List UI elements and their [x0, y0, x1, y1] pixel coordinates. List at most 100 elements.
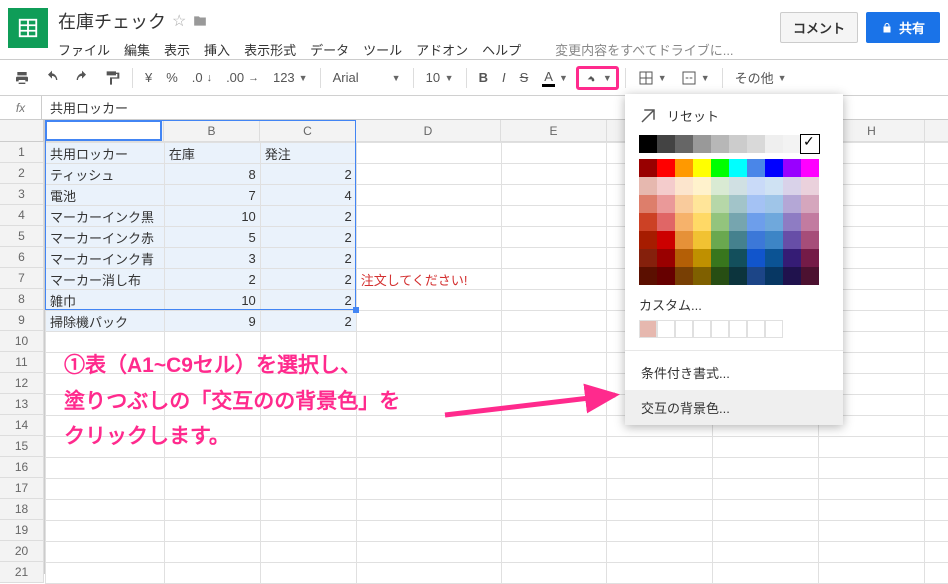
cell-G21[interactable] — [713, 563, 819, 584]
swatch[interactable] — [747, 177, 765, 195]
cell-B6[interactable]: 3 — [164, 248, 260, 269]
dec-increase-button[interactable]: .00→ — [220, 66, 265, 89]
row-header-4[interactable]: 4 — [0, 205, 44, 226]
swatch[interactable] — [765, 177, 783, 195]
swatch[interactable] — [711, 231, 729, 249]
swatch[interactable] — [639, 195, 657, 213]
cell-I10[interactable] — [925, 332, 948, 353]
comment-button[interactable]: コメント — [780, 12, 858, 43]
menu-data[interactable]: データ — [310, 40, 349, 59]
share-button[interactable]: 共有 — [866, 12, 940, 43]
swatch[interactable] — [729, 231, 747, 249]
more-button[interactable]: その他▼ — [729, 64, 793, 91]
text-color-button[interactable]: A▼ — [536, 65, 574, 91]
row-header-16[interactable]: 16 — [0, 457, 44, 478]
cell-I5[interactable] — [925, 227, 948, 248]
cell-F21[interactable] — [607, 563, 713, 584]
cell-D1[interactable] — [356, 143, 501, 164]
cell-H20[interactable] — [819, 542, 925, 563]
swatch[interactable] — [639, 213, 657, 231]
cell-A3[interactable]: 電池 — [46, 185, 165, 206]
col-header-D[interactable]: D — [356, 120, 501, 142]
currency-button[interactable]: ¥ — [139, 66, 158, 89]
swatch[interactable] — [783, 213, 801, 231]
swatch[interactable] — [711, 159, 729, 177]
swatch[interactable] — [657, 249, 675, 267]
swatch[interactable] — [693, 159, 711, 177]
cell-A17[interactable] — [46, 479, 165, 500]
cell-I6[interactable] — [925, 248, 948, 269]
cell-F15[interactable] — [607, 437, 713, 458]
cell-D17[interactable] — [356, 479, 501, 500]
swatch[interactable] — [675, 135, 693, 153]
row-header-9[interactable]: 9 — [0, 310, 44, 331]
cell-D20[interactable] — [356, 542, 501, 563]
cell-H17[interactable] — [819, 479, 925, 500]
cell-E7[interactable] — [501, 269, 607, 290]
swatch[interactable] — [657, 213, 675, 231]
cell-C5[interactable]: 2 — [260, 227, 356, 248]
cell-I12[interactable] — [925, 374, 948, 395]
cell-C8[interactable]: 2 — [260, 290, 356, 311]
swatch[interactable] — [783, 159, 801, 177]
swatch[interactable] — [729, 213, 747, 231]
cell-G16[interactable] — [713, 458, 819, 479]
row-header-10[interactable]: 10 — [0, 331, 44, 352]
cell-C9[interactable]: 2 — [260, 311, 356, 332]
custom-swatch[interactable] — [711, 320, 729, 338]
swatch[interactable] — [639, 159, 657, 177]
cell-E17[interactable] — [501, 479, 607, 500]
cell-I4[interactable] — [925, 206, 948, 227]
cell-B3[interactable]: 7 — [164, 185, 260, 206]
cell-D3[interactable] — [356, 185, 501, 206]
swatch[interactable] — [675, 177, 693, 195]
cell-C21[interactable] — [260, 563, 356, 584]
cell-E6[interactable] — [501, 248, 607, 269]
custom-swatch[interactable] — [639, 320, 657, 338]
fx-icon[interactable]: fx — [0, 96, 42, 119]
swatch[interactable] — [639, 231, 657, 249]
swatch[interactable] — [747, 267, 765, 285]
cell-C19[interactable] — [260, 521, 356, 542]
swatch[interactable] — [729, 177, 747, 195]
swatch[interactable] — [747, 231, 765, 249]
cell-E4[interactable] — [501, 206, 607, 227]
cell-B18[interactable] — [164, 500, 260, 521]
cell-A18[interactable] — [46, 500, 165, 521]
col-header-A[interactable]: A — [45, 120, 164, 142]
bold-button[interactable]: B — [473, 66, 494, 89]
swatch[interactable] — [711, 249, 729, 267]
cell-D16[interactable] — [356, 458, 501, 479]
row-header-2[interactable]: 2 — [0, 163, 44, 184]
swatch[interactable] — [675, 195, 693, 213]
swatch[interactable] — [783, 231, 801, 249]
menu-help[interactable]: ヘルプ — [482, 40, 521, 59]
swatch[interactable] — [657, 231, 675, 249]
row-header-15[interactable]: 15 — [0, 436, 44, 457]
swatch[interactable] — [747, 249, 765, 267]
cell-G18[interactable] — [713, 500, 819, 521]
custom-label[interactable]: カスタム... — [625, 291, 843, 320]
cell-I15[interactable] — [925, 437, 948, 458]
col-header-C[interactable]: C — [260, 120, 356, 142]
swatch[interactable] — [747, 195, 765, 213]
col-header-E[interactable]: E — [501, 120, 607, 142]
swatch[interactable] — [783, 267, 801, 285]
col-header-I[interactable]: I — [925, 120, 948, 142]
swatch[interactable] — [729, 267, 747, 285]
swatch[interactable] — [675, 249, 693, 267]
cell-B19[interactable] — [164, 521, 260, 542]
cell-I19[interactable] — [925, 521, 948, 542]
sheets-logo[interactable] — [8, 8, 48, 48]
swatch[interactable] — [765, 135, 783, 153]
cell-A4[interactable]: マーカーインク黒 — [46, 206, 165, 227]
cell-E19[interactable] — [501, 521, 607, 542]
print-icon[interactable] — [8, 66, 36, 90]
swatch[interactable] — [639, 135, 657, 153]
swatch[interactable] — [675, 213, 693, 231]
custom-swatch[interactable] — [693, 320, 711, 338]
cell-D18[interactable] — [356, 500, 501, 521]
alternating-colors-item[interactable]: 交互の背景色... — [625, 390, 843, 425]
swatch[interactable] — [765, 195, 783, 213]
custom-swatch[interactable] — [729, 320, 747, 338]
